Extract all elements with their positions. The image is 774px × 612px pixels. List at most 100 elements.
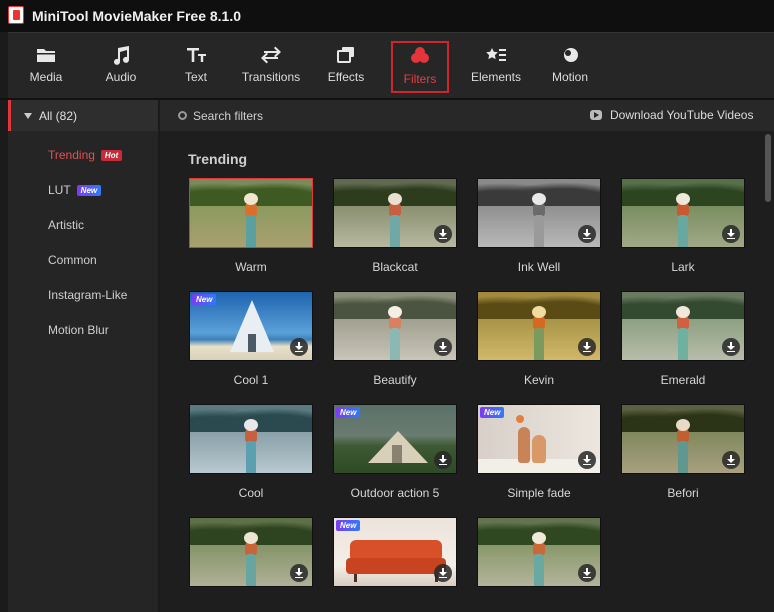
filter-card[interactable]: Ink Well — [477, 178, 601, 274]
download-icon[interactable] — [578, 451, 596, 469]
filter-thumbnail[interactable] — [621, 404, 745, 474]
filter-name: Warm — [235, 260, 267, 274]
filter-name: Simple fade — [507, 486, 571, 500]
download-icon[interactable] — [722, 338, 740, 356]
tab-media-label: Media — [29, 70, 63, 84]
caret-down-icon — [24, 113, 32, 119]
sidebar-item-common[interactable]: Common — [48, 253, 97, 267]
sidebar-item-trending[interactable]: Trending Hot — [48, 148, 123, 162]
sidebar-item-label: Motion Blur — [48, 323, 109, 337]
transition-arrows-icon — [261, 46, 281, 64]
filter-card[interactable]: Kevin — [477, 291, 601, 387]
tab-text[interactable]: Text — [180, 33, 212, 99]
scrollbar-thumb[interactable] — [765, 134, 771, 202]
filter-card[interactable] — [189, 517, 313, 587]
tab-transitions-label: Transitions — [241, 70, 301, 84]
filter-name: Lark — [671, 260, 695, 274]
download-icon[interactable] — [434, 225, 452, 243]
filter-name: Blackcat — [372, 260, 418, 274]
sidebar-item-label: Common — [48, 253, 97, 267]
elements-icon — [486, 48, 506, 61]
filters-icon — [411, 47, 429, 63]
search-bar: Search filters Download YouTube Videos — [160, 100, 774, 131]
filter-thumbnail[interactable] — [621, 291, 745, 361]
download-icon[interactable] — [578, 225, 596, 243]
filter-card[interactable]: Beautify — [333, 291, 457, 387]
download-icon[interactable] — [290, 338, 308, 356]
sidebar-item-motion-blur[interactable]: Motion Blur — [48, 323, 109, 337]
tab-motion-label: Motion — [551, 70, 589, 84]
section-title: Trending — [188, 151, 248, 167]
filter-name: Outdoor action 5 — [350, 486, 440, 500]
tab-transitions[interactable]: Transitions — [236, 33, 306, 99]
filter-card[interactable]: New Outdoor action 5 — [333, 404, 457, 500]
filter-card[interactable]: Emerald — [621, 291, 745, 387]
download-icon[interactable] — [722, 451, 740, 469]
tab-media[interactable]: Media — [28, 33, 64, 99]
youtube-download-icon[interactable] — [590, 110, 602, 120]
effects-icon — [337, 47, 354, 63]
filter-card[interactable]: Cool — [189, 404, 313, 500]
new-badge: New — [192, 294, 217, 305]
download-icon[interactable] — [434, 338, 452, 356]
download-icon[interactable] — [434, 451, 452, 469]
download-icon[interactable] — [290, 564, 308, 582]
filter-card[interactable]: Warm — [189, 178, 313, 274]
filter-thumbnail[interactable] — [333, 291, 457, 361]
filter-thumbnail[interactable] — [189, 517, 313, 587]
filter-thumbnail[interactable] — [333, 178, 457, 248]
filter-card[interactable]: Blackcat — [333, 178, 457, 274]
filter-card[interactable]: New Cool 1 — [189, 291, 313, 387]
filters-panel: Search filters Download YouTube Videos T… — [160, 100, 774, 612]
new-badge: New — [480, 407, 505, 418]
filter-thumbnail[interactable]: New — [189, 291, 313, 361]
tab-motion[interactable]: Motion — [550, 33, 590, 99]
filter-thumbnail[interactable] — [189, 404, 313, 474]
filter-thumbnail[interactable] — [621, 178, 745, 248]
hot-badge: Hot — [100, 150, 123, 161]
filter-card[interactable]: New — [333, 517, 457, 587]
filter-thumbnail[interactable]: New — [333, 517, 457, 587]
filter-name: Ink Well — [517, 260, 561, 274]
download-icon[interactable] — [578, 338, 596, 356]
tab-filters[interactable]: Filters — [391, 41, 449, 93]
filter-thumbnail[interactable]: New — [477, 404, 601, 474]
filter-thumbnail[interactable] — [477, 178, 601, 248]
tab-effects-label: Effects — [327, 70, 365, 84]
filter-name: Cool — [238, 486, 264, 500]
music-note-icon — [114, 46, 130, 65]
sidebar-item-artistic[interactable]: Artistic — [48, 218, 84, 232]
tab-elements[interactable]: Elements — [468, 33, 524, 99]
sidebar-item-instagram-like[interactable]: Instagram-Like — [48, 288, 127, 302]
app-title: MiniTool MovieMaker Free 8.1.0 — [32, 8, 242, 24]
filter-name: Kevin — [523, 373, 555, 387]
sidebar-item-lut[interactable]: LUT New — [48, 183, 102, 197]
filter-thumbnail[interactable] — [477, 517, 601, 587]
filter-card[interactable]: Befori — [621, 404, 745, 500]
title-bar: MiniTool MovieMaker Free 8.1.0 — [0, 0, 774, 32]
sidebar-all-category[interactable]: All (82) — [8, 100, 158, 131]
tab-filters-label: Filters — [403, 72, 437, 86]
new-badge: New — [76, 185, 102, 196]
main-toolbar: Media Audio Text Transitions Effects Fil… — [8, 32, 774, 98]
sidebar-item-label: Artistic — [48, 218, 84, 232]
filter-name: Befori — [667, 486, 699, 500]
tab-effects[interactable]: Effects — [324, 33, 368, 99]
search-filters-input[interactable]: Search filters — [193, 109, 263, 123]
new-badge: New — [336, 407, 361, 418]
category-sidebar: All (82) Trending Hot LUT New Artistic Com… — [8, 100, 158, 612]
filter-card[interactable]: New Simple fade — [477, 404, 601, 500]
download-icon[interactable] — [722, 225, 740, 243]
filter-name: Beautify — [373, 373, 417, 387]
filter-card[interactable]: Lark — [621, 178, 745, 274]
download-icon[interactable] — [434, 564, 452, 582]
tab-audio[interactable]: Audio — [103, 33, 139, 99]
download-icon[interactable] — [578, 564, 596, 582]
download-youtube-videos-link[interactable]: Download YouTube Videos — [610, 108, 753, 122]
filter-thumbnail[interactable] — [189, 178, 313, 248]
tab-audio-label: Audio — [105, 70, 137, 84]
filter-card[interactable] — [477, 517, 601, 587]
app-logo-icon — [8, 6, 24, 24]
filter-thumbnail[interactable]: New — [333, 404, 457, 474]
filter-thumbnail[interactable] — [477, 291, 601, 361]
